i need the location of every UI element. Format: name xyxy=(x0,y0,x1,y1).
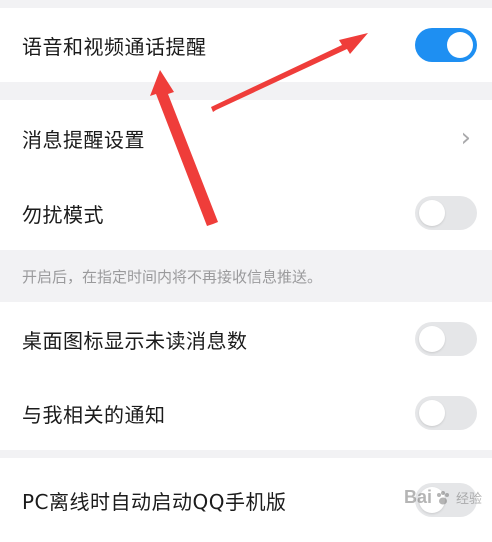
top-strip xyxy=(0,0,492,8)
related-toggle[interactable] xyxy=(415,396,477,430)
voice-video-label: 语音和视频通话提醒 xyxy=(22,34,207,59)
toggle-knob xyxy=(419,326,445,352)
badge-group: 桌面图标显示未读消息数 与我相关的通知 xyxy=(0,302,492,450)
toggle-knob xyxy=(419,200,445,226)
notification-group: 消息提醒设置 › 勿扰模式 xyxy=(0,100,492,250)
badge-toggle[interactable] xyxy=(415,322,477,356)
related-row[interactable]: 与我相关的通知 xyxy=(0,376,492,450)
watermark-brand: Bai xyxy=(403,487,432,507)
badge-label: 桌面图标显示未读消息数 xyxy=(22,328,248,353)
dnd-toggle[interactable] xyxy=(415,196,477,230)
toggle-knob xyxy=(419,400,445,426)
voice-video-row[interactable]: 语音和视频通话提醒 xyxy=(0,8,492,82)
chevron-right-icon: › xyxy=(460,123,471,153)
message-settings-label: 消息提醒设置 xyxy=(22,127,145,152)
message-settings-row[interactable]: 消息提醒设置 › xyxy=(0,100,492,176)
baidu-watermark: Bai 经验 xyxy=(404,487,482,508)
dnd-label: 勿扰模式 xyxy=(22,202,104,227)
dnd-hint: 开启后，在指定时间内将不再接收信息推送。 xyxy=(22,267,323,286)
voice-video-toggle[interactable] xyxy=(415,28,477,62)
voice-video-group: 语音和视频通话提醒 xyxy=(0,8,492,82)
dnd-row[interactable]: 勿扰模式 xyxy=(0,176,492,250)
pc-offline-label: PC离线时自动启动QQ手机版 xyxy=(22,489,287,514)
watermark-tail: 经验 xyxy=(455,491,482,506)
related-label: 与我相关的通知 xyxy=(22,402,166,427)
badge-row[interactable]: 桌面图标显示未读消息数 xyxy=(0,302,492,376)
toggle-knob xyxy=(447,32,473,58)
paw-icon xyxy=(436,490,449,504)
